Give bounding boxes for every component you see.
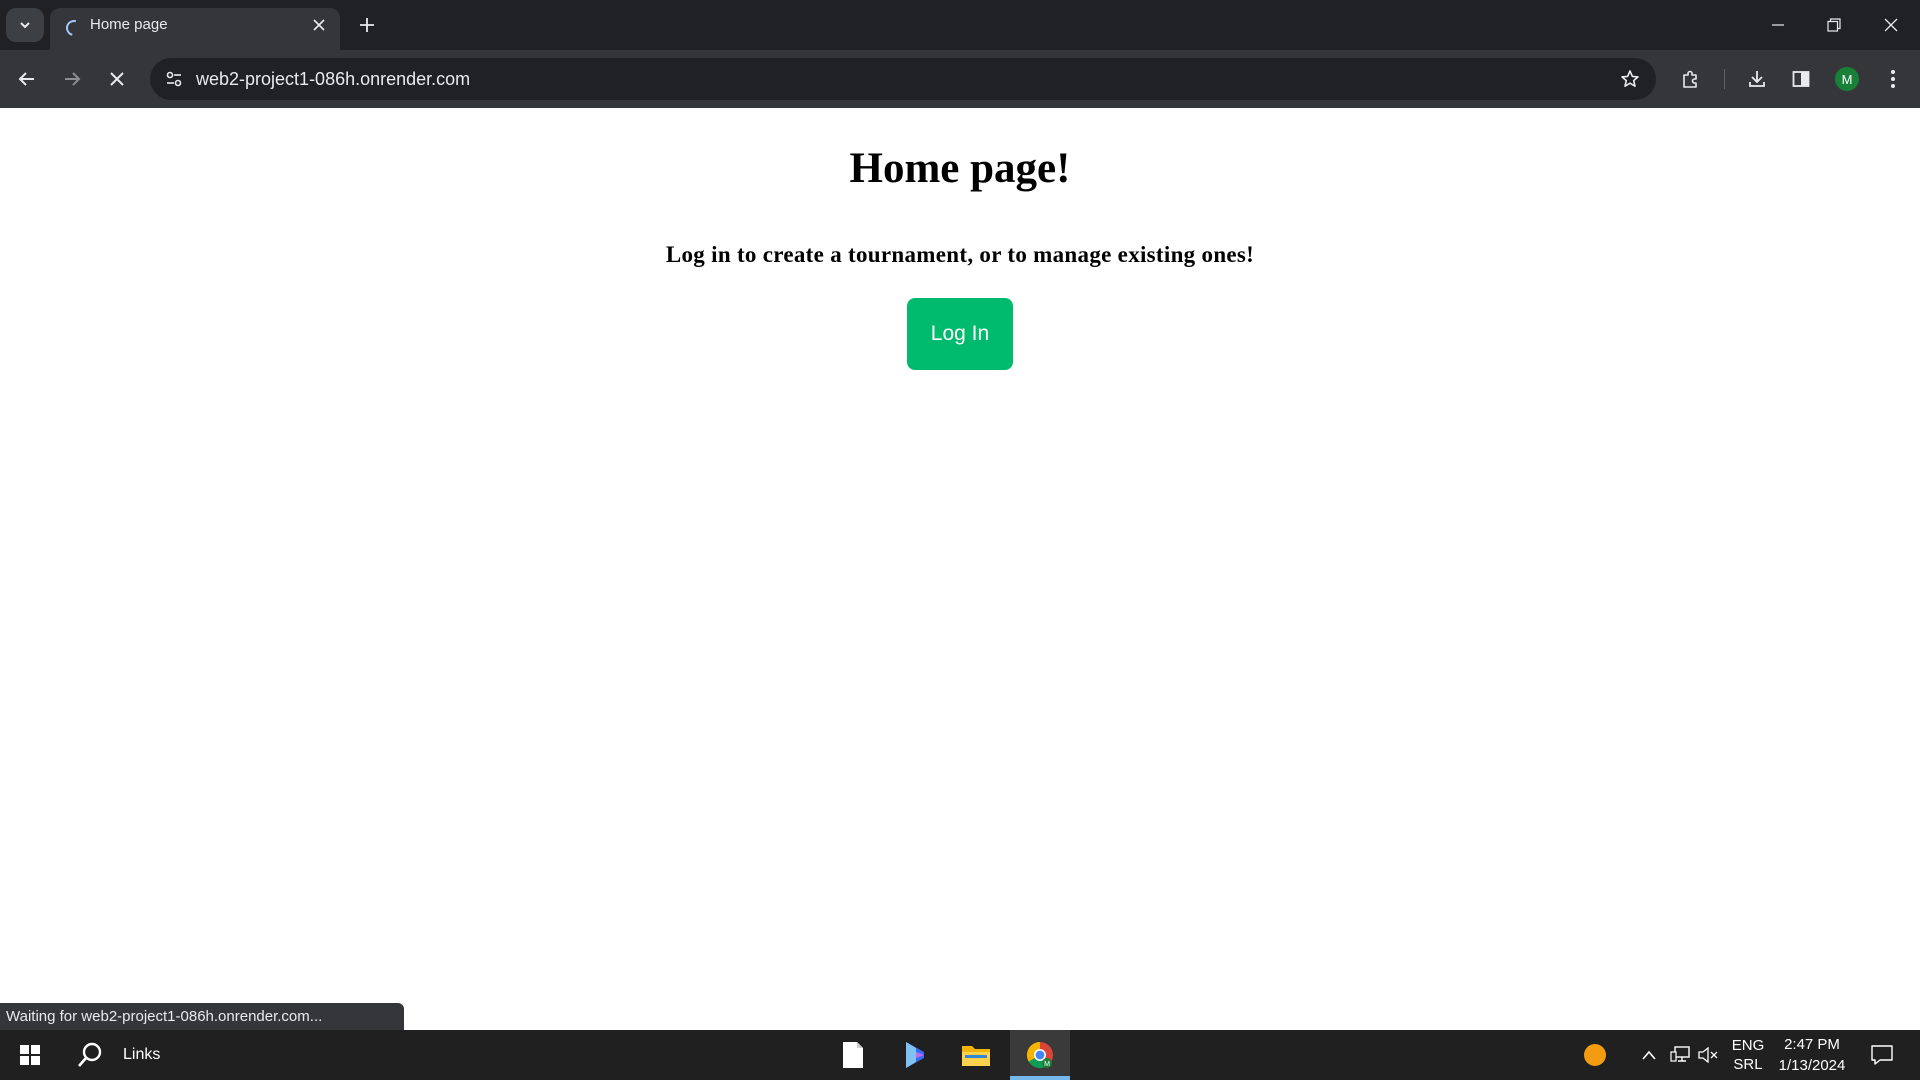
chevron-up-icon [1642,1050,1656,1060]
site-info-button[interactable] [158,63,190,95]
restore-button[interactable] [1806,0,1862,50]
language-code: ENG [1731,1037,1765,1054]
plus-icon [360,18,374,32]
tab-strip: Home page [0,0,1920,50]
side-panel-button[interactable] [1783,61,1819,97]
volume-button[interactable] [1696,1030,1720,1080]
browser-menu-button[interactable] [1875,61,1911,97]
taskbar-app-chrome[interactable]: M [1010,1030,1070,1080]
minimize-icon [1772,24,1784,26]
page-content: Home page! Log in to create a tournament… [0,108,1920,1030]
network-button[interactable] [1666,1030,1694,1080]
input-language-indicator[interactable]: ENG SRL [1728,1036,1768,1074]
keyboard-layout-code: SRL [1733,1056,1763,1073]
taskbar-clock[interactable]: 2:47 PM 1/13/2024 [1772,1034,1852,1076]
page-subtitle: Log in to create a tournament, or to man… [665,242,1255,267]
more-vertical-icon [1891,70,1895,88]
forward-button[interactable] [54,61,90,97]
close-icon [1884,18,1898,32]
taskbar-app-file-explorer[interactable] [953,1030,999,1080]
extensions-button[interactable] [1673,61,1709,97]
orange-circle-icon [1584,1044,1606,1066]
browser-toolbar: web2-project1-086h.onrender.com M [0,50,1920,108]
arrow-left-icon [18,72,34,86]
stop-loading-button[interactable] [99,61,135,97]
minimize-button[interactable] [1750,0,1806,50]
active-app-indicator [1010,1076,1070,1080]
status-bubble: Waiting for web2-project1-086h.onrender.… [0,1003,404,1030]
tab-search-button[interactable] [6,8,44,42]
bookmark-button[interactable] [1614,63,1646,95]
address-bar[interactable]: web2-project1-086h.onrender.com [150,58,1656,100]
folder-icon [962,1046,990,1066]
page-title: Home page! [849,145,1071,192]
copilot-icon [906,1042,924,1068]
network-icon [1670,1046,1690,1062]
start-button[interactable] [8,1030,52,1080]
tab-close-button[interactable] [308,14,330,36]
show-hidden-icons-button[interactable] [1638,1030,1660,1080]
new-tab-button[interactable] [352,10,382,40]
puzzle-icon [1683,70,1697,88]
restore-icon [1827,18,1841,32]
chevron-down-icon [20,22,30,29]
loading-spinner-icon [63,17,85,39]
notification-center-icon [1871,1045,1893,1065]
clock-time: 2:47 PM [1784,1036,1840,1053]
taskbar-app-notepad[interactable] [830,1030,876,1080]
chrome-icon: M [1026,1041,1053,1069]
windows-taskbar: Links M ENG SRL 2:47 PM 1/13/2024 [0,1030,1920,1080]
tab-title: Home page [90,16,168,33]
volume-muted-icon [1698,1047,1718,1063]
clock-date: 1/13/2024 [1778,1057,1846,1074]
tune-icon [166,71,182,87]
notifications-button[interactable] [1864,1030,1900,1080]
browser-tab-active[interactable]: Home page [50,8,340,50]
windows-logo-icon [20,1045,40,1065]
svg-text:M: M [1044,1061,1050,1068]
login-button[interactable]: Log In [907,298,1013,370]
profile-avatar[interactable]: M [1835,67,1859,91]
close-icon [313,19,325,31]
arrow-right-icon [65,72,81,86]
download-icon [1749,71,1765,87]
side-panel-icon [1792,71,1810,87]
close-window-button[interactable] [1863,0,1919,50]
star-icon [1621,70,1639,87]
taskbar-search-button[interactable] [70,1030,110,1080]
back-button[interactable] [9,61,45,97]
close-icon [110,72,124,86]
toolbar-divider [1724,69,1725,89]
url-text[interactable]: web2-project1-086h.onrender.com [196,58,470,100]
taskbar-search-label[interactable]: Links [123,1030,160,1080]
taskbar-app-copilot[interactable] [892,1030,938,1080]
downloads-button[interactable] [1739,61,1775,97]
search-icon [78,1042,102,1067]
taskbar-tray-app[interactable] [1580,1030,1610,1080]
notepad-icon [843,1042,863,1068]
